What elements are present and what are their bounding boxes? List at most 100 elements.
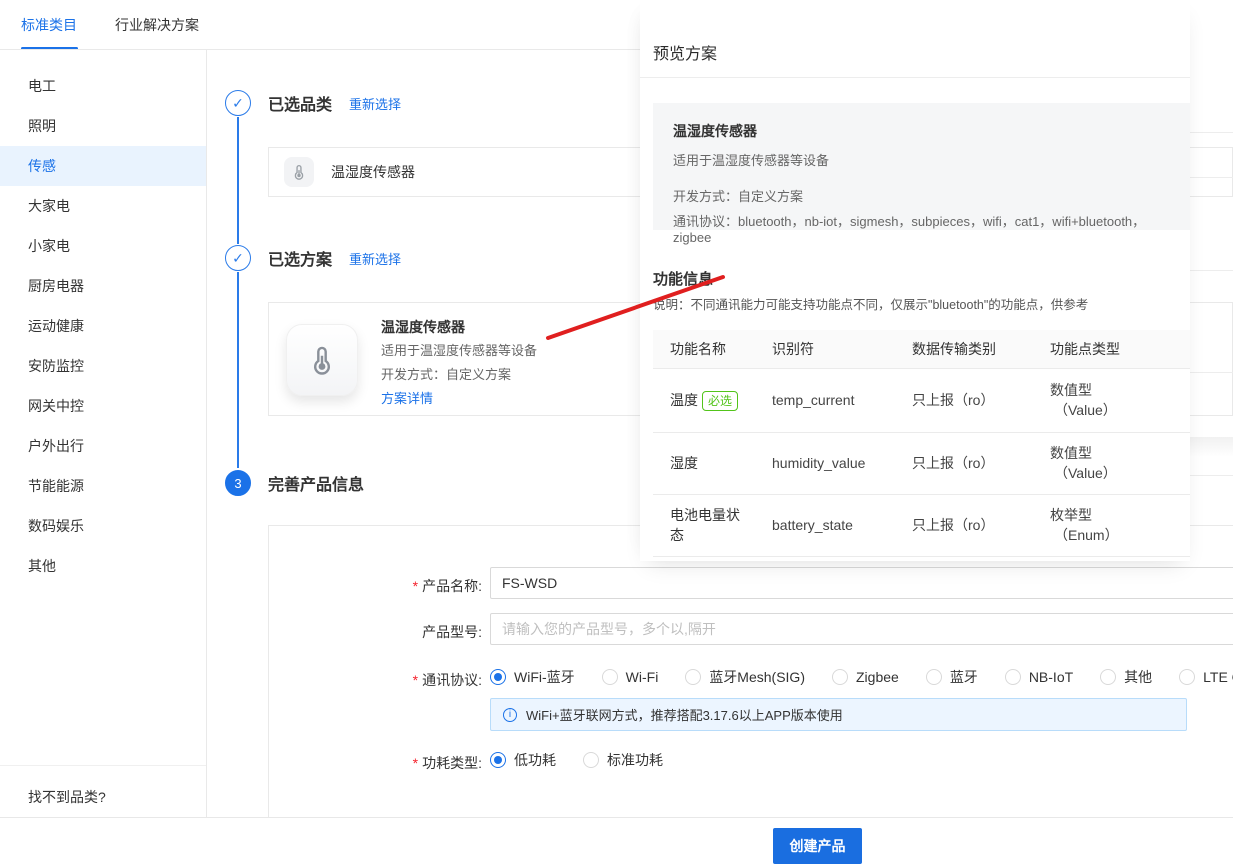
protocol-hint-text: WiFi+蓝牙联网方式，推荐搭配3.17.6以上APP版本使用 bbox=[526, 705, 843, 724]
sidebar-item-sensor[interactable]: 传感 bbox=[0, 146, 206, 186]
function-info-title: 功能信息 bbox=[653, 268, 713, 289]
function-transfer: 只上报（ro） bbox=[912, 494, 1050, 556]
function-type-sub: （Value） bbox=[1050, 463, 1190, 483]
preview-title: 预览方案 bbox=[653, 40, 717, 64]
solution-detail-link[interactable]: 方案详情 bbox=[381, 387, 537, 411]
product-name-input[interactable] bbox=[490, 567, 1233, 599]
underlying-border-stub bbox=[1190, 177, 1233, 178]
function-table: 功能名称 识别符 数据传输类别 功能点类型 温度必选 temp_current … bbox=[653, 330, 1190, 557]
radio-ble-mesh-sig[interactable]: 蓝牙Mesh(SIG) bbox=[685, 667, 805, 687]
function-type: 枚举型 （Enum） bbox=[1050, 494, 1190, 556]
tab-industry-solution[interactable]: 行业解决方案 bbox=[115, 15, 199, 35]
selected-category-name: 温湿度传感器 bbox=[331, 162, 415, 182]
step2-check-icon bbox=[225, 245, 251, 271]
radio-zigbee[interactable]: Zigbee bbox=[832, 669, 899, 685]
solution-description: 适用于温湿度传感器等设备 bbox=[381, 339, 537, 363]
power-type-label: *功耗类型: bbox=[330, 753, 482, 773]
radio-checked-icon bbox=[490, 669, 506, 685]
product-model-input[interactable] bbox=[490, 613, 1233, 645]
sidebar-item-other[interactable]: 其他 bbox=[0, 546, 206, 586]
radio-icon bbox=[685, 669, 701, 685]
radio-wifi[interactable]: Wi-Fi bbox=[602, 669, 659, 685]
function-info-note: 说明：不同通讯能力可能支持功能点不同，仅展示"bluetooth"的功能点，供参… bbox=[653, 294, 1088, 313]
tab-standard-category[interactable]: 标准类目 bbox=[21, 15, 77, 35]
function-type-main: 数值型 bbox=[1050, 382, 1092, 398]
radio-ble[interactable]: 蓝牙 bbox=[926, 667, 978, 687]
sidebar-item-small-appliance[interactable]: 小家电 bbox=[0, 226, 206, 266]
function-type-main: 枚举型 bbox=[1050, 507, 1092, 523]
step-connector-2 bbox=[237, 272, 239, 468]
underlying-border-stub bbox=[1190, 270, 1233, 271]
sidebar-item-electrical[interactable]: 电工 bbox=[0, 66, 206, 106]
step1-check-icon bbox=[225, 90, 251, 116]
col-transfer-type: 数据传输类别 bbox=[912, 330, 1050, 368]
radio-low-power[interactable]: 低功耗 bbox=[490, 750, 556, 770]
thermometer-icon bbox=[284, 157, 314, 187]
radio-lte-cat1[interactable]: LTE Cat.1 bbox=[1179, 669, 1233, 685]
bottom-action-bar: 创建产品 bbox=[0, 817, 1233, 865]
thermometer-icon-large bbox=[286, 324, 358, 396]
radio-label: Zigbee bbox=[856, 669, 899, 685]
radio-label: 蓝牙Mesh(SIG) bbox=[709, 667, 805, 687]
sidebar-item-gateway[interactable]: 网关中控 bbox=[0, 386, 206, 426]
radio-icon bbox=[1179, 669, 1195, 685]
preview-protocols: 通讯协议：bluetooth，nb-iot，sigmesh，subpieces，… bbox=[673, 211, 1170, 245]
function-type-sub: （Enum） bbox=[1050, 525, 1190, 545]
preview-summary-box: 温湿度传感器 适用于温湿度传感器等设备 开发方式：自定义方案 通讯协议：blue… bbox=[653, 103, 1190, 230]
solution-preview-drawer: 预览方案 温湿度传感器 适用于温湿度传感器等设备 开发方式：自定义方案 通讯协议… bbox=[640, 0, 1190, 561]
protocol-label-text: 通讯协议: bbox=[422, 672, 482, 688]
col-datapoint-type: 功能点类型 bbox=[1050, 330, 1190, 368]
function-code: temp_current bbox=[772, 368, 912, 432]
sidebar-item-outdoor[interactable]: 户外出行 bbox=[0, 426, 206, 466]
power-type-label-text: 功耗类型: bbox=[422, 755, 482, 771]
required-mark: * bbox=[413, 672, 418, 688]
radio-label: 标准功耗 bbox=[607, 750, 663, 770]
step2-reselect-link[interactable]: 重新选择 bbox=[349, 249, 401, 268]
category-sidebar: 电工 照明 传感 大家电 小家电 厨房电器 运动健康 安防监控 网关中控 户外出… bbox=[0, 50, 207, 818]
step1-header: 已选品类 重新选择 bbox=[225, 90, 401, 116]
protocol-label: *通讯协议: bbox=[330, 670, 482, 690]
radio-label: LTE Cat.1 bbox=[1203, 669, 1233, 685]
function-name: 电池电量状态 bbox=[670, 507, 740, 543]
sidebar-item-sport-health[interactable]: 运动健康 bbox=[0, 306, 206, 346]
create-product-button[interactable]: 创建产品 bbox=[773, 828, 862, 864]
radio-standard-power[interactable]: 标准功耗 bbox=[583, 750, 663, 770]
function-type: 数值型 （Value） bbox=[1050, 432, 1190, 494]
required-mark: * bbox=[413, 578, 418, 594]
category-list: 电工 照明 传感 大家电 小家电 厨房电器 运动健康 安防监控 网关中控 户外出… bbox=[0, 50, 206, 586]
required-badge: 必选 bbox=[702, 391, 738, 411]
radio-label: 其他 bbox=[1124, 667, 1152, 687]
function-code: humidity_value bbox=[772, 432, 912, 494]
radio-other[interactable]: 其他 bbox=[1100, 667, 1152, 687]
radio-checked-icon bbox=[490, 752, 506, 768]
sidebar-item-digital-entertainment[interactable]: 数码娱乐 bbox=[0, 506, 206, 546]
radio-icon bbox=[1005, 669, 1021, 685]
sidebar-item-large-appliance[interactable]: 大家电 bbox=[0, 186, 206, 226]
underlying-border-stub bbox=[1190, 132, 1233, 133]
col-function-name: 功能名称 bbox=[653, 330, 772, 368]
function-name: 温度 bbox=[670, 392, 698, 408]
function-table-header-row: 功能名称 识别符 数据传输类别 功能点类型 bbox=[653, 330, 1190, 368]
sidebar-item-kitchen-appliance[interactable]: 厨房电器 bbox=[0, 266, 206, 306]
step3-header: 3 完善产品信息 bbox=[225, 470, 364, 496]
preview-dev-mode: 开发方式：自定义方案 bbox=[673, 186, 1170, 205]
sidebar-item-lighting[interactable]: 照明 bbox=[0, 106, 206, 146]
preview-solution-desc: 适用于温湿度传感器等设备 bbox=[673, 150, 1170, 169]
radio-icon bbox=[832, 669, 848, 685]
protocol-radio-group: WiFi-蓝牙 Wi-Fi 蓝牙Mesh(SIG) Zigbee 蓝牙 NB-I… bbox=[490, 667, 1233, 687]
radio-icon bbox=[583, 752, 599, 768]
protocol-hint-box: WiFi+蓝牙联网方式，推荐搭配3.17.6以上APP版本使用 bbox=[490, 698, 1187, 731]
col-identifier: 识别符 bbox=[772, 330, 912, 368]
radio-icon bbox=[926, 669, 942, 685]
cannot-find-category-link[interactable]: 找不到品类? bbox=[0, 765, 206, 807]
function-transfer: 只上报（ro） bbox=[912, 432, 1050, 494]
function-type-main: 数值型 bbox=[1050, 445, 1092, 461]
radio-nbiot[interactable]: NB-IoT bbox=[1005, 669, 1073, 685]
radio-label: NB-IoT bbox=[1029, 669, 1073, 685]
underlying-shadow-stub bbox=[1190, 437, 1233, 457]
radio-label: WiFi-蓝牙 bbox=[514, 667, 575, 687]
radio-wifi-ble[interactable]: WiFi-蓝牙 bbox=[490, 667, 575, 687]
sidebar-item-energy[interactable]: 节能能源 bbox=[0, 466, 206, 506]
sidebar-item-security[interactable]: 安防监控 bbox=[0, 346, 206, 386]
step1-reselect-link[interactable]: 重新选择 bbox=[349, 94, 401, 113]
